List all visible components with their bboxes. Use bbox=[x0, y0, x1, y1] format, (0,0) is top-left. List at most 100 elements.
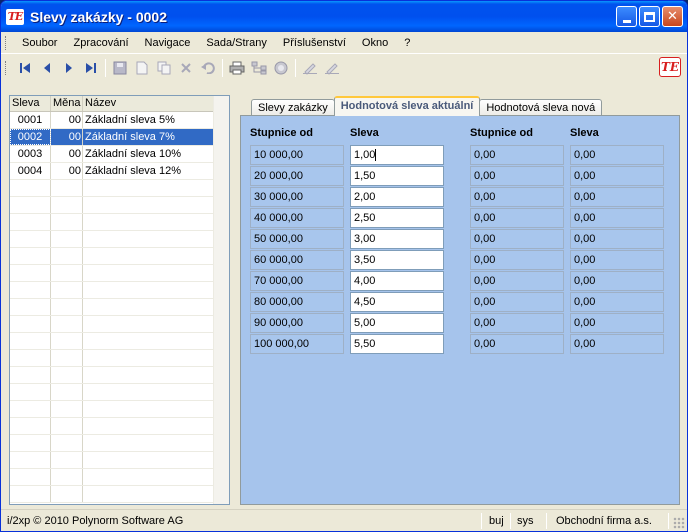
current-discount-input[interactable]: 3,50 bbox=[350, 250, 444, 270]
status-bar: i/2xp © 2010 Polynorm Software AG buj sy… bbox=[1, 509, 687, 531]
edit-alt-button[interactable] bbox=[321, 57, 343, 79]
new-discount-cell[interactable]: 0,00 bbox=[570, 208, 664, 228]
cell-value: 3,50 bbox=[354, 254, 376, 266]
empty-cell bbox=[10, 469, 51, 485]
new-discount-cell[interactable]: 0,00 bbox=[570, 292, 664, 312]
menu-help[interactable]: ? bbox=[396, 37, 418, 49]
menu-zpracovani[interactable]: Zpracování bbox=[65, 37, 136, 49]
menu-prislusenstvi[interactable]: Příslušenství bbox=[275, 37, 354, 49]
status-user1: buj bbox=[489, 515, 504, 527]
new-discount-cell[interactable]: 0,00 bbox=[570, 271, 664, 291]
stop-button[interactable] bbox=[270, 57, 292, 79]
current-discount-input[interactable]: 4,50 bbox=[350, 292, 444, 312]
copy-button[interactable] bbox=[153, 57, 175, 79]
tree-button[interactable] bbox=[248, 57, 270, 79]
discount-list[interactable]: Sleva Měna Název 0001 00 Základní sleva … bbox=[9, 95, 230, 505]
next-record-button[interactable] bbox=[58, 57, 80, 79]
close-button[interactable]: ✕ bbox=[662, 6, 683, 27]
menu-navigace[interactable]: Navigace bbox=[137, 37, 199, 49]
toolbar-grip[interactable] bbox=[5, 61, 8, 75]
menu-grip[interactable] bbox=[5, 35, 8, 50]
edit-button[interactable] bbox=[299, 57, 321, 79]
new-from-cell[interactable]: 0,00 bbox=[470, 250, 564, 270]
save-button[interactable] bbox=[109, 57, 131, 79]
menu-okno[interactable]: Okno bbox=[354, 37, 396, 49]
column-header-nazev[interactable]: Název bbox=[83, 96, 214, 111]
current-from-cell[interactable]: 90 000,00 bbox=[250, 313, 344, 333]
current-from-cell[interactable]: 70 000,00 bbox=[250, 271, 344, 291]
prev-record-icon bbox=[44, 63, 50, 73]
cell-value: 0,00 bbox=[574, 191, 596, 203]
print-button[interactable] bbox=[226, 57, 248, 79]
app-logo-icon[interactable]: TE bbox=[6, 8, 24, 25]
new-discount-cell[interactable]: 0,00 bbox=[570, 145, 664, 165]
tab-slevy-zakazky[interactable]: Slevy zakázky bbox=[251, 99, 335, 116]
current-discount-input[interactable]: 4,00 bbox=[350, 271, 444, 291]
list-row[interactable]: 0001 00 Základní sleva 5% bbox=[10, 112, 229, 129]
current-discount-input[interactable]: 3,00 bbox=[350, 229, 444, 249]
current-discount-input[interactable]: 5,00 bbox=[350, 313, 444, 333]
current-discount-input[interactable]: 1,50 bbox=[350, 166, 444, 186]
current-from-cell[interactable]: 50 000,00 bbox=[250, 229, 344, 249]
undo-button[interactable] bbox=[197, 57, 219, 79]
new-discount-cell[interactable]: 0,00 bbox=[570, 187, 664, 207]
tab-hodnotova-sleva-nova[interactable]: Hodnotová sleva nová bbox=[479, 99, 603, 116]
current-from-cell[interactable]: 10 000,00 bbox=[250, 145, 344, 165]
edit-icon bbox=[303, 63, 317, 75]
new-from-cell[interactable]: 0,00 bbox=[470, 145, 564, 165]
undo-icon bbox=[201, 62, 215, 74]
new-from-cell[interactable]: 0,00 bbox=[470, 334, 564, 354]
cell-value: 1,00 bbox=[354, 149, 376, 161]
tab-hodnotova-sleva-aktualni[interactable]: Hodnotová sleva aktuální bbox=[333, 96, 481, 116]
column-header-mena[interactable]: Měna bbox=[51, 96, 83, 111]
current-from-cell[interactable]: 30 000,00 bbox=[250, 187, 344, 207]
new-discount-cell[interactable]: 0,00 bbox=[570, 229, 664, 249]
new-discount-cell[interactable]: 0,00 bbox=[570, 313, 664, 333]
new-from-cell[interactable]: 0,00 bbox=[470, 313, 564, 333]
current-from-cell[interactable]: 100 000,00 bbox=[250, 334, 344, 354]
new-from-cell[interactable]: 0,00 bbox=[470, 271, 564, 291]
tab-strip: Slevy zakázky Hodnotová sleva aktuální H… bbox=[251, 96, 603, 116]
current-discount-input[interactable]: 2,00 bbox=[350, 187, 444, 207]
current-from-cell[interactable]: 80 000,00 bbox=[250, 292, 344, 312]
next-record-icon bbox=[66, 63, 72, 73]
new-discount-cell[interactable]: 0,00 bbox=[570, 250, 664, 270]
header-current-discount: Sleva bbox=[350, 127, 379, 139]
menu-sada-strany[interactable]: Sada/Strany bbox=[198, 37, 275, 49]
new-discount-cell[interactable]: 0,00 bbox=[570, 334, 664, 354]
list-scrollbar[interactable] bbox=[213, 96, 229, 504]
maximize-button[interactable] bbox=[639, 6, 660, 27]
current-from-cell[interactable]: 20 000,00 bbox=[250, 166, 344, 186]
new-button[interactable] bbox=[131, 57, 153, 79]
cell-value: 50 000,00 bbox=[254, 233, 303, 245]
last-record-button[interactable] bbox=[80, 57, 102, 79]
new-from-cell[interactable]: 0,00 bbox=[470, 208, 564, 228]
delete-button[interactable] bbox=[175, 57, 197, 79]
current-from-cell[interactable]: 40 000,00 bbox=[250, 208, 344, 228]
new-from-cell[interactable]: 0,00 bbox=[470, 229, 564, 249]
tree-icon bbox=[251, 61, 267, 75]
minimize-button[interactable] bbox=[616, 6, 637, 27]
menu-soubor[interactable]: Soubor bbox=[14, 37, 65, 49]
empty-cell bbox=[10, 316, 51, 332]
list-row[interactable]: 0004 00 Základní sleva 12% bbox=[10, 163, 229, 180]
empty-cell bbox=[51, 486, 83, 502]
new-from-cell[interactable]: 0,00 bbox=[470, 292, 564, 312]
title-bar[interactable]: TE Slevy zakázky - 0002 ✕ bbox=[1, 1, 687, 32]
empty-cell bbox=[10, 265, 51, 281]
first-record-button[interactable] bbox=[14, 57, 36, 79]
new-from-cell[interactable]: 0,00 bbox=[470, 187, 564, 207]
list-row-empty bbox=[10, 248, 229, 265]
current-discount-input[interactable]: 2,50 bbox=[350, 208, 444, 228]
new-discount-cell[interactable]: 0,00 bbox=[570, 166, 664, 186]
current-discount-input[interactable]: 1,00 bbox=[350, 145, 444, 165]
column-header-sleva[interactable]: Sleva bbox=[10, 96, 51, 111]
resize-grip[interactable] bbox=[673, 517, 685, 529]
current-discount-input[interactable]: 5,50 bbox=[350, 334, 444, 354]
status-user2: sys bbox=[517, 515, 534, 527]
new-from-cell[interactable]: 0,00 bbox=[470, 166, 564, 186]
current-from-cell[interactable]: 60 000,00 bbox=[250, 250, 344, 270]
prev-record-button[interactable] bbox=[36, 57, 58, 79]
list-row[interactable]: 0003 00 Základní sleva 10% bbox=[10, 146, 229, 163]
list-row-selected[interactable]: 0002 00 Základní sleva 7% bbox=[10, 129, 229, 146]
